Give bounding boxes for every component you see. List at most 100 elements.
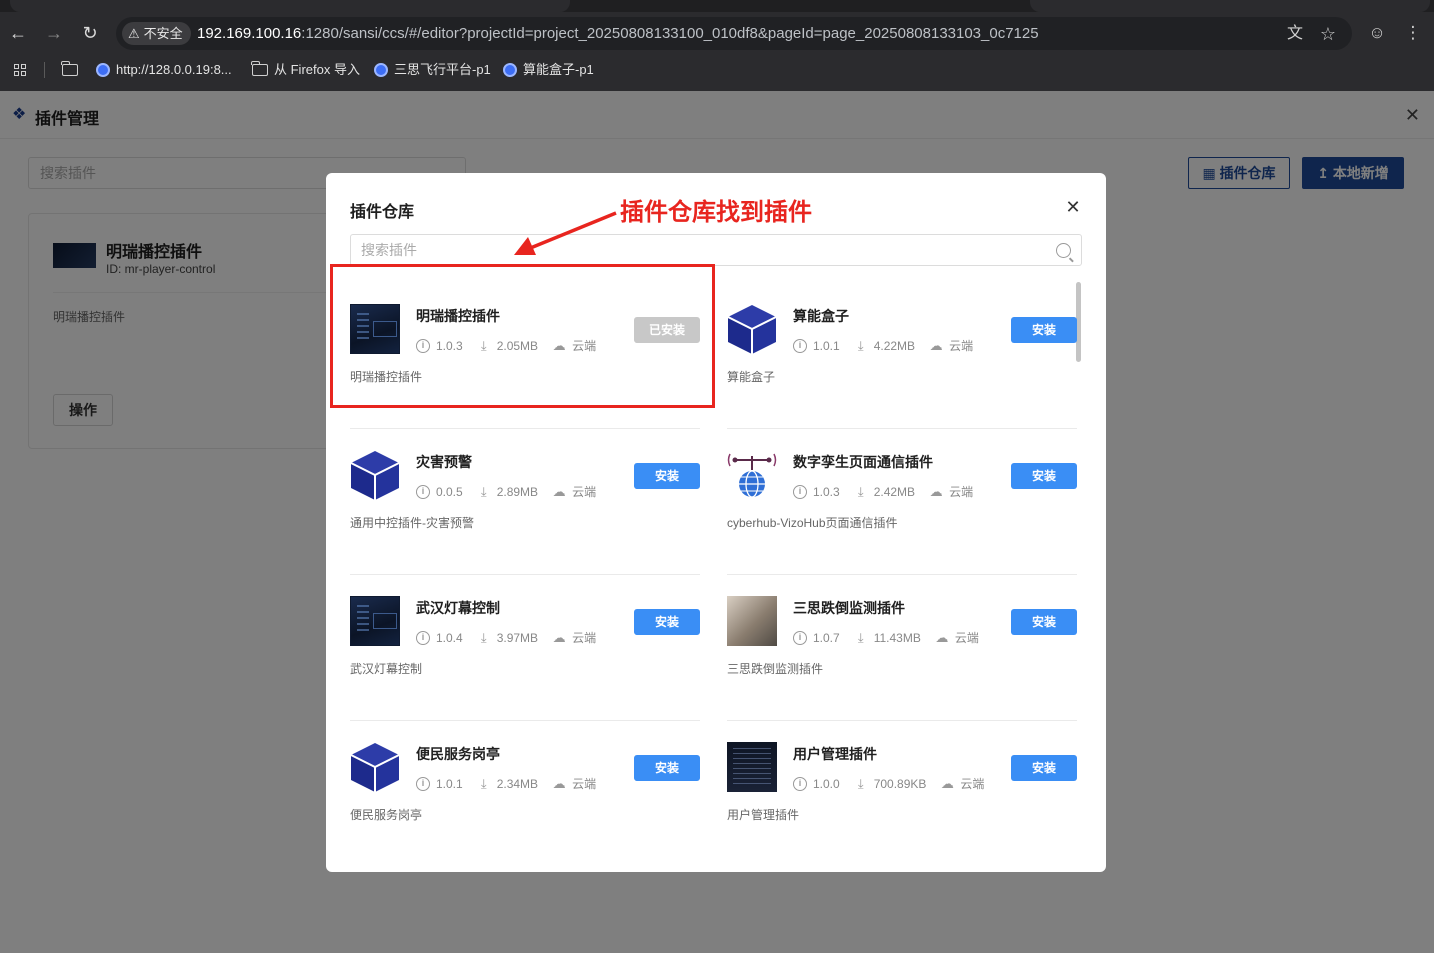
plugin-size: 2.34MB	[496, 776, 539, 791]
modal-title: 插件仓库	[350, 204, 415, 221]
cloud-icon: ☁	[552, 775, 566, 791]
plugin-thumbnail	[350, 450, 400, 500]
plugin-thumbnail	[727, 304, 777, 354]
info-icon: i	[416, 630, 430, 645]
info-icon: i	[793, 776, 807, 791]
translate-icon[interactable]: 文	[1286, 25, 1304, 43]
profile-icon[interactable]: ☺	[1366, 22, 1388, 44]
plugin-name: 三思跌倒监测插件	[793, 600, 905, 616]
plugin-description: cyberhub-VizoHub页面通信插件	[727, 516, 898, 530]
plugin-name: 算能盒子	[793, 308, 849, 324]
install-button[interactable]: 安装	[634, 755, 700, 781]
bookmark-star-icon[interactable]: ☆	[1319, 25, 1337, 43]
annotation-text: 插件仓库找到插件	[620, 199, 812, 226]
plugin-size: 2.42MB	[873, 484, 916, 499]
reload-icon[interactable]: ↻	[78, 21, 102, 45]
download-icon: ⤓	[857, 337, 864, 353]
plugin-card: 三思跌倒监测插件 i 1.0.7 ⤓ 11.43MB ☁ 云端 三思跌倒监测插件 安装	[727, 575, 1077, 721]
plugin-card: 算能盒子 i 1.0.1 ⤓ 4.22MB ☁ 云端 算能盒子 安装	[727, 283, 1077, 429]
site-favicon-icon	[374, 63, 388, 77]
bookmark-label: 三思飞行平台-p1	[394, 62, 491, 77]
info-icon: i	[793, 338, 807, 353]
plugin-version: 0.0.5	[436, 484, 463, 499]
install-button[interactable]: 安装	[1011, 609, 1077, 635]
store-search-field[interactable]	[350, 234, 1082, 266]
plugin-thumbnail	[727, 742, 777, 792]
plugin-description: 用户管理插件	[727, 808, 800, 822]
cloud-icon: ☁	[929, 337, 943, 353]
back-icon[interactable]: ←	[6, 21, 30, 45]
plugin-source: 云端	[572, 777, 597, 791]
plugin-description: 武汉灯幕控制	[350, 662, 423, 676]
plugin-size: 11.43MB	[873, 630, 921, 645]
plugin-version: 1.0.1	[436, 776, 463, 791]
install-button[interactable]: 安装	[1011, 463, 1077, 489]
install-button[interactable]: 安装	[1011, 755, 1077, 781]
bookmark-label: 从 Firefox 导入	[274, 62, 360, 77]
plugin-version: 1.0.1	[813, 338, 840, 353]
download-icon: ⤓	[480, 483, 487, 499]
insecure-label: 不安全	[143, 26, 183, 41]
cloud-icon: ☁	[552, 629, 566, 645]
plugin-version: 1.0.3	[813, 484, 840, 499]
url-text[interactable]: 192.169.100.16:1280/sansi/ccs/#/editor?p…	[197, 17, 1039, 50]
store-search-input[interactable]	[351, 235, 1041, 265]
plugin-thumbnail	[350, 742, 400, 792]
tab-strip	[0, 0, 1434, 12]
plugin-card: 便民服务岗亭 i 1.0.1 ⤓ 2.34MB ☁ 云端 便民服务岗亭 安装	[350, 721, 700, 867]
plugin-name: 灾害预警	[416, 454, 472, 470]
plugin-meta: i 1.0.3 ⤓ 2.42MB ☁ 云端	[793, 483, 973, 500]
bookmarks-folder-icon[interactable]	[61, 58, 78, 82]
bookmark-folder-item[interactable]: 从 Firefox 导入	[251, 58, 360, 82]
download-icon: ⤓	[480, 629, 487, 645]
site-favicon-icon	[96, 63, 110, 77]
browser-tab[interactable]	[10, 0, 570, 12]
forward-icon[interactable]: →	[42, 21, 66, 45]
plugin-meta: i 1.0.0 ⤓ 700.89KB ☁ 云端	[793, 775, 984, 792]
close-icon[interactable]: ✕	[1064, 198, 1082, 216]
download-icon: ⤓	[857, 629, 864, 645]
bookmarks-bar: http://128.0.0.19:8... 从 Firefox 导入 三思飞行…	[0, 58, 1434, 82]
plugin-description: 算能盒子	[727, 370, 776, 384]
plugin-source: 云端	[949, 485, 974, 499]
browser-tab[interactable]	[1030, 0, 1430, 12]
plugin-name: 武汉灯幕控制	[416, 600, 500, 616]
address-bar[interactable]: ⚠ 不安全 192.169.100.16:1280/sansi/ccs/#/ed…	[116, 17, 1352, 50]
plugin-thumbnail	[350, 596, 400, 646]
bookmark-item[interactable]: http://128.0.0.19:8...	[96, 58, 232, 82]
plugin-meta: i 1.0.4 ⤓ 3.97MB ☁ 云端	[416, 629, 596, 646]
security-indicator[interactable]: ⚠ 不安全	[122, 22, 191, 45]
bookmarks-divider	[44, 62, 45, 78]
download-icon: ⤓	[480, 775, 487, 791]
folder-icon	[251, 61, 268, 76]
plugin-meta: i 0.0.5 ⤓ 2.89MB ☁ 云端	[416, 483, 596, 500]
plugin-description: 通用中控插件-灾害预警	[350, 516, 474, 530]
search-icon[interactable]	[1056, 243, 1071, 258]
plugin-card: 灾害预警 i 0.0.5 ⤓ 2.89MB ☁ 云端 通用中控插件-灾害预警 安装	[350, 429, 700, 575]
highlight-box	[330, 264, 715, 408]
plugin-version: 1.0.0	[813, 776, 840, 791]
plugin-size: 4.22MB	[873, 338, 916, 353]
plugin-size: 700.89KB	[873, 776, 927, 791]
install-button[interactable]: 安装	[634, 463, 700, 489]
install-button[interactable]: 安装	[634, 609, 700, 635]
install-button[interactable]: 安装	[1011, 317, 1077, 343]
plugin-size: 2.89MB	[496, 484, 539, 499]
bookmark-item[interactable]: 算能盒子-p1	[503, 58, 594, 82]
browser-chrome: ← → ↻ ⚠ 不安全 192.169.100.16:1280/sansi/cc…	[0, 0, 1434, 91]
plugin-card: 数字孪生页面通信插件 i 1.0.3 ⤓ 2.42MB ☁ 云端 cyberhub-VizoH…	[727, 429, 1077, 575]
plugin-card: 用户管理插件 i 1.0.0 ⤓ 700.89KB ☁ 云端 用户管理插件 安装	[727, 721, 1077, 867]
plugin-name: 用户管理插件	[793, 746, 877, 762]
cloud-icon: ☁	[935, 629, 949, 645]
plugin-meta: i 1.0.1 ⤓ 2.34MB ☁ 云端	[416, 775, 596, 792]
plugin-version: 1.0.7	[813, 630, 840, 645]
menu-kebab-icon[interactable]: ⋮	[1402, 22, 1424, 44]
plugin-source: 云端	[572, 631, 597, 645]
info-icon: i	[416, 484, 430, 499]
bookmark-item[interactable]: 三思飞行平台-p1	[374, 58, 491, 82]
url-host: 192.169.100.16	[197, 25, 302, 42]
apps-grid-icon[interactable]	[14, 58, 26, 82]
site-favicon-icon	[503, 63, 517, 77]
plugin-version: 1.0.4	[436, 630, 463, 645]
plugin-description: 便民服务岗亭	[350, 808, 423, 822]
